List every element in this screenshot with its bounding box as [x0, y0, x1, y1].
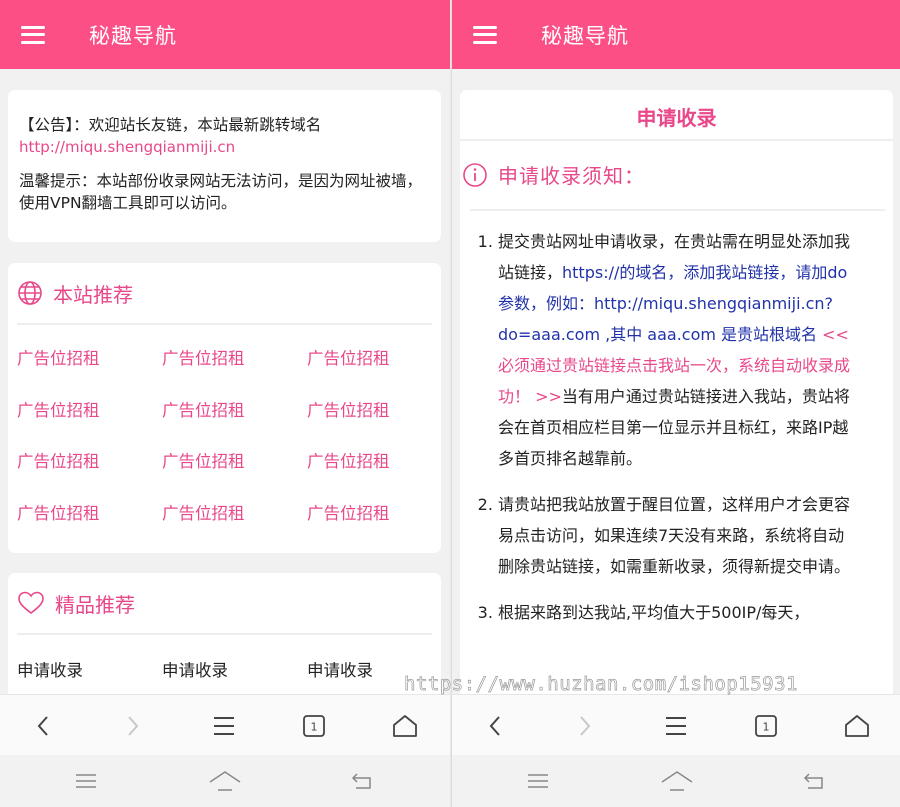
recommend-grid: 广告位招租 广告位招租 广告位招租 广告位招租 广告位招租 广告位招租 广告位招租 广告位招租…	[8, 325, 441, 545]
tabs-icon[interactable]: 1	[736, 695, 796, 756]
rules-list: 提交贵站网址申请收录，在贵站需在明显处添加我站链接，https://的域名，添加…	[480, 226, 860, 643]
notice-text: 【公告】：欢迎站长友链，本站最新跳转域名	[19, 116, 322, 134]
notice-card: 【公告】：欢迎站长友链，本站最新跳转域名 http://miqu.shengqi…	[8, 90, 441, 242]
recommend-item[interactable]: 广告位招租	[17, 391, 162, 443]
rule-item: 请贵站把我站放置于醒目位置，这样用户才会更容易点击访问，如果连续7天没有来路，系…	[498, 489, 860, 582]
rules-header: 申请收录须知：	[462, 160, 645, 189]
recommend-item[interactable]: 广告位招租	[162, 442, 307, 494]
divider	[470, 209, 885, 211]
notice-tip: 温馨提示：本站部份收录网站无法访问，是因为网址被墙，使用VPN翻墙工具即可以访问…	[19, 172, 423, 212]
back-icon[interactable]	[465, 695, 525, 756]
recommend-item[interactable]: 广告位招租	[17, 494, 162, 546]
svg-text:1: 1	[311, 720, 318, 733]
recommend-item[interactable]: 广告位招租	[307, 442, 447, 494]
recommend-item[interactable]: 广告位招租	[162, 494, 307, 546]
browser-nav-bar: 1	[0, 694, 450, 755]
notice-link[interactable]: http://miqu.shengqianmiji.cn	[19, 138, 235, 156]
home-icon[interactable]	[375, 695, 435, 756]
forward-icon[interactable]	[555, 695, 615, 756]
recommend-item[interactable]: 广告位招租	[307, 494, 447, 546]
tabs-icon[interactable]: 1	[284, 695, 344, 756]
rules-title: 申请收录须知：	[498, 164, 645, 188]
app-title: 秘趣导航	[89, 23, 177, 48]
info-icon	[463, 162, 487, 187]
system-nav-bar	[0, 755, 450, 807]
system-back-icon[interactable]	[784, 755, 844, 807]
system-back-icon[interactable]	[332, 755, 392, 807]
featured-header: 精品推荐	[8, 573, 441, 633]
watermark: https://www.huzhan.com/ishop15931	[404, 673, 798, 696]
menu-icon[interactable]	[473, 25, 497, 44]
heart-icon	[18, 591, 44, 615]
recent-apps-icon[interactable]	[56, 755, 116, 807]
featured-title: 精品推荐	[55, 592, 135, 617]
recommend-title: 本站推荐	[53, 282, 133, 307]
recommend-card: 本站推荐 广告位招租 广告位招租 广告位招租 广告位招租 广告位招租 广告位招租 广告位招租…	[8, 263, 441, 553]
rule-item: 根据来路到达我站,平均值大于500IP/每天，	[498, 597, 860, 628]
recent-apps-icon[interactable]	[508, 755, 568, 807]
featured-grid: 申请收录 申请收录 申请收录	[8, 635, 441, 703]
menu-icon[interactable]	[21, 25, 45, 44]
rule-item: 提交贵站网址申请收录，在贵站需在明显处添加我站链接，https://的域名，添加…	[498, 226, 860, 474]
recommend-item[interactable]: 广告位招租	[307, 339, 447, 391]
divider	[460, 139, 893, 141]
forward-icon[interactable]	[103, 695, 163, 756]
recommend-item[interactable]: 广告位招租	[17, 339, 162, 391]
system-home-icon[interactable]	[647, 755, 707, 807]
recommend-item[interactable]: 广告位招租	[307, 391, 447, 443]
featured-card: 精品推荐 申请收录 申请收录 申请收录	[8, 573, 441, 713]
left-screen: 秘趣导航 【公告】：欢迎站长友链，本站最新跳转域名 http://miqu.sh…	[0, 0, 450, 807]
back-icon[interactable]	[13, 695, 73, 756]
recommend-header: 本站推荐	[8, 263, 441, 323]
system-nav-bar	[452, 755, 900, 807]
home-icon[interactable]	[827, 695, 887, 756]
top-bar: 秘趣导航	[0, 0, 450, 69]
recommend-item[interactable]: 广告位招租	[162, 391, 307, 443]
top-bar: 秘趣导航	[452, 0, 900, 69]
recommend-item[interactable]: 广告位招租	[162, 339, 307, 391]
system-home-icon[interactable]	[195, 755, 255, 807]
menu-lines-icon[interactable]	[194, 695, 254, 756]
app-title: 秘趣导航	[541, 23, 629, 48]
browser-nav-bar: 1	[452, 694, 900, 755]
menu-lines-icon[interactable]	[646, 695, 706, 756]
recommend-item[interactable]: 广告位招租	[17, 442, 162, 494]
svg-text:1: 1	[763, 720, 770, 733]
apply-title: 申请收录	[636, 106, 717, 130]
globe-icon	[18, 281, 42, 305]
